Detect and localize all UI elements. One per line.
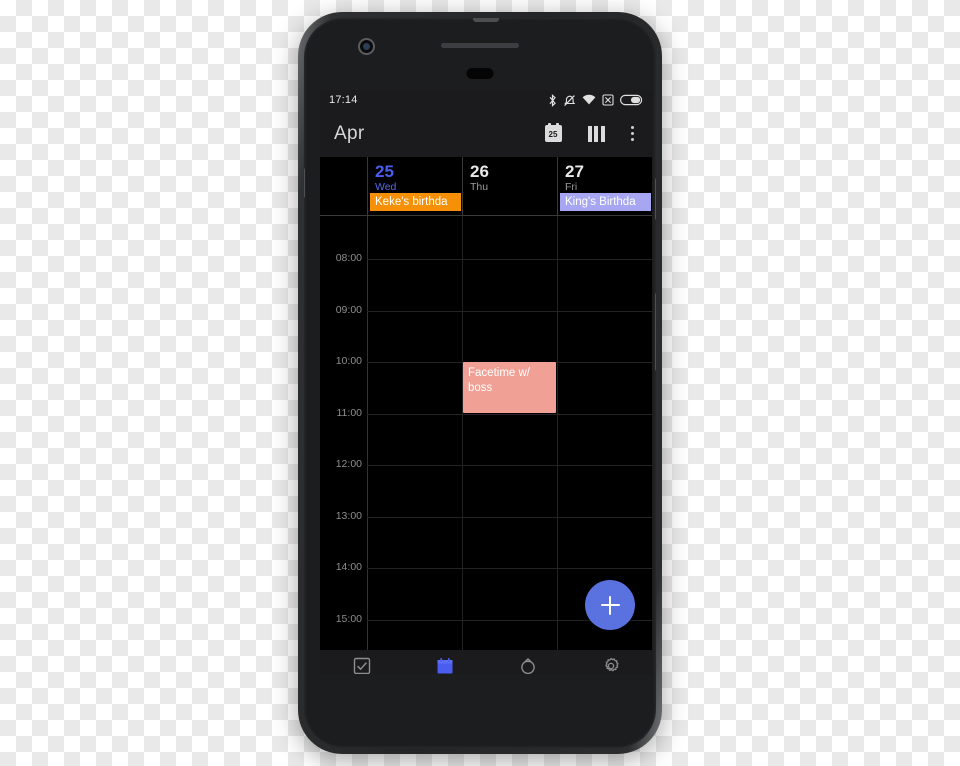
front-camera-icon <box>358 38 375 55</box>
status-icon-group <box>548 93 643 107</box>
hour-label: 10:00 <box>335 355 362 367</box>
proximity-sensor <box>466 68 494 79</box>
add-event-fab[interactable] <box>585 580 635 630</box>
antenna-line <box>472 18 499 22</box>
hour-gridline <box>367 516 652 518</box>
day-number: 27 <box>565 162 584 181</box>
app-bar-actions: 25 <box>544 123 641 142</box>
bottom-navigation: Task Calendar <box>320 650 652 674</box>
page-title: Apr <box>334 122 365 144</box>
battery-icon <box>620 94 643 106</box>
hour-row-1100: 11:00 <box>320 407 652 466</box>
nav-item-pomo[interactable]: Pomo <box>486 657 569 675</box>
calendar-event-facetime[interactable]: Facetime w/ boss <box>463 362 556 413</box>
earpiece-speaker <box>441 43 519 48</box>
hour-label: 12:00 <box>335 458 362 470</box>
wifi-icon <box>582 94 596 105</box>
volume-button[interactable] <box>655 293 656 371</box>
left-side-button[interactable] <box>304 168 305 198</box>
hour-label: 08:00 <box>335 252 362 264</box>
hour-row-1300: 13:00 <box>320 510 652 569</box>
hour-gridline <box>367 310 652 312</box>
no-sim-icon <box>602 94 614 106</box>
day-column-header-1[interactable]: 26 Thu <box>462 157 557 215</box>
bluetooth-icon <box>549 93 556 107</box>
checkbox-icon <box>353 657 371 675</box>
today-calendar-icon[interactable]: 25 <box>544 123 562 142</box>
hour-label: 15:00 <box>335 612 362 625</box>
time-gutter-header <box>320 157 367 215</box>
hour-gridline <box>367 465 652 466</box>
today-calendar-day-number: 25 <box>548 130 558 139</box>
hour-label: 13:00 <box>335 509 362 522</box>
hour-label: 14:00 <box>335 561 362 573</box>
nav-item-task[interactable]: Task <box>320 657 403 675</box>
hour-row-1200: 12:00 <box>320 458 652 517</box>
tomato-timer-icon <box>519 657 537 675</box>
app-bar: Apr 25 <box>320 110 652 157</box>
hour-row-0800: 08:00 <box>320 252 652 311</box>
phone-screen: 17:14 Apr 25 25 Wed Keke's birthda 26 Th… <box>320 90 652 674</box>
day-number: 25 <box>375 162 394 181</box>
status-bar: 17:14 <box>320 90 652 110</box>
all-day-event-chip[interactable]: Keke's birthda <box>370 193 461 211</box>
mute-icon <box>564 94 576 106</box>
overflow-menu-icon[interactable] <box>630 125 634 142</box>
day-number: 26 <box>470 162 489 181</box>
hour-row-0900: 09:00 <box>320 304 652 363</box>
calendar-icon <box>436 657 454 675</box>
day-column-header-2[interactable]: 27 Fri King's Birthda <box>557 157 652 215</box>
status-clock: 17:14 <box>329 94 358 106</box>
day-column-header-0[interactable]: 25 Wed Keke's birthda <box>367 157 462 215</box>
day-header-row: 25 Wed Keke's birthda 26 Thu 27 Fri King… <box>320 157 652 216</box>
phone-device-frame: 17:14 Apr 25 25 Wed Keke's birthda 26 Th… <box>298 12 662 754</box>
nav-item-settings[interactable]: Settings <box>569 657 652 675</box>
hour-gridline <box>367 568 652 569</box>
phone-bezel: 17:14 Apr 25 25 Wed Keke's birthda 26 Th… <box>304 18 656 748</box>
nav-item-calendar[interactable]: Calendar <box>403 657 486 675</box>
hour-gridline <box>367 259 652 260</box>
hour-label: 11:00 <box>336 406 363 419</box>
time-grid[interactable]: 08:00 09:00 10:00 11:00 12:00 13:00 14:0… <box>320 216 652 650</box>
plus-icon <box>608 595 612 615</box>
hour-label: 09:00 <box>335 303 362 316</box>
three-day-view-icon[interactable] <box>587 125 605 142</box>
all-day-event-chip[interactable]: King's Birthda <box>560 193 651 211</box>
day-name: Thu <box>470 181 489 193</box>
gear-icon <box>602 657 620 675</box>
hour-gridline <box>367 413 652 415</box>
power-button[interactable] <box>655 178 656 220</box>
